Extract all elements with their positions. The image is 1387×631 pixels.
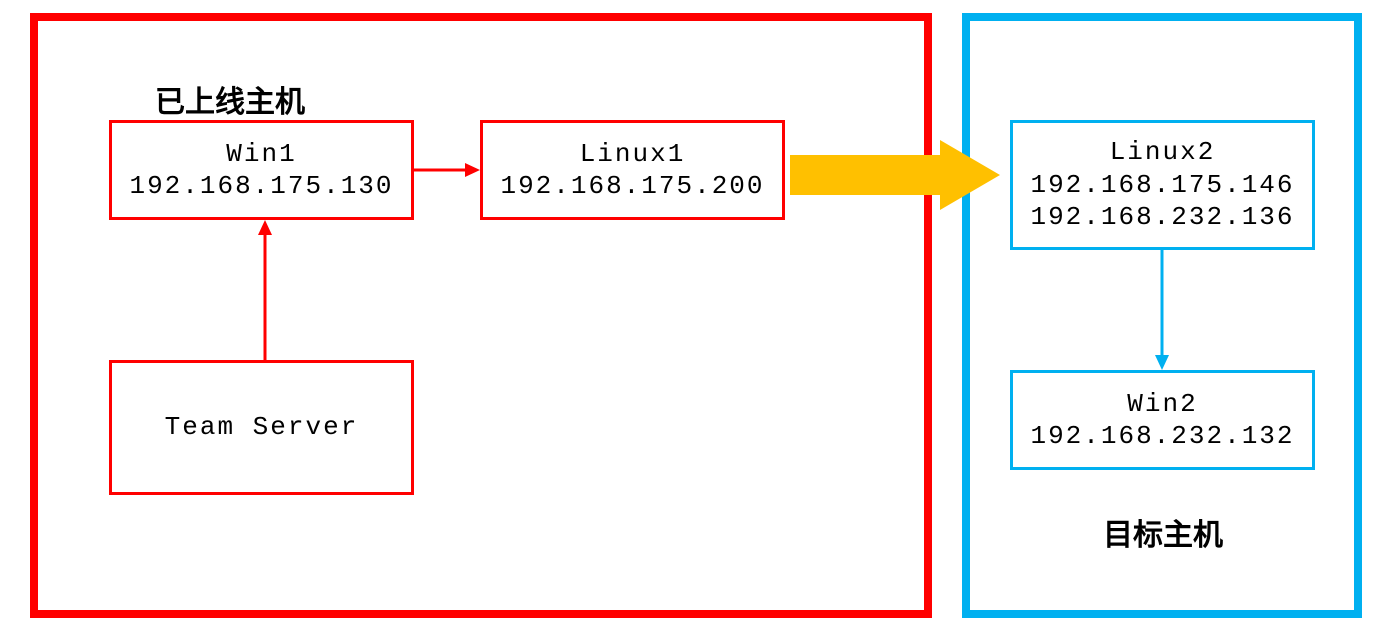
node-win1-name: Win1 (226, 138, 296, 171)
node-win2-name: Win2 (1127, 388, 1197, 421)
online-hosts-label: 已上线主机 (155, 77, 305, 121)
arrow-linux2-to-win2 (1152, 250, 1172, 370)
arrow-win1-to-linux1 (414, 160, 480, 180)
node-linux2-ip1: 192.168.175.146 (1030, 169, 1294, 202)
node-win1: Win1 192.168.175.130 (109, 120, 414, 220)
node-linux1: Linux1 192.168.175.200 (480, 120, 785, 220)
node-linux1-name: Linux1 (580, 138, 686, 171)
node-team-server-name: Team Server (165, 411, 359, 444)
node-linux2-ip2: 192.168.232.136 (1030, 201, 1294, 234)
node-linux2: Linux2 192.168.175.146 192.168.232.136 (1010, 120, 1315, 250)
big-arrow-icon (790, 140, 1000, 210)
node-win2-ip: 192.168.232.132 (1030, 420, 1294, 453)
node-win2: Win2 192.168.232.132 (1010, 370, 1315, 470)
node-linux2-name: Linux2 (1110, 136, 1216, 169)
node-team-server: Team Server (109, 360, 414, 495)
node-linux1-ip: 192.168.175.200 (500, 170, 764, 203)
target-hosts-label: 目标主机 (1103, 510, 1223, 554)
arrow-team-to-win1 (255, 220, 275, 360)
node-win1-ip: 192.168.175.130 (129, 170, 393, 203)
